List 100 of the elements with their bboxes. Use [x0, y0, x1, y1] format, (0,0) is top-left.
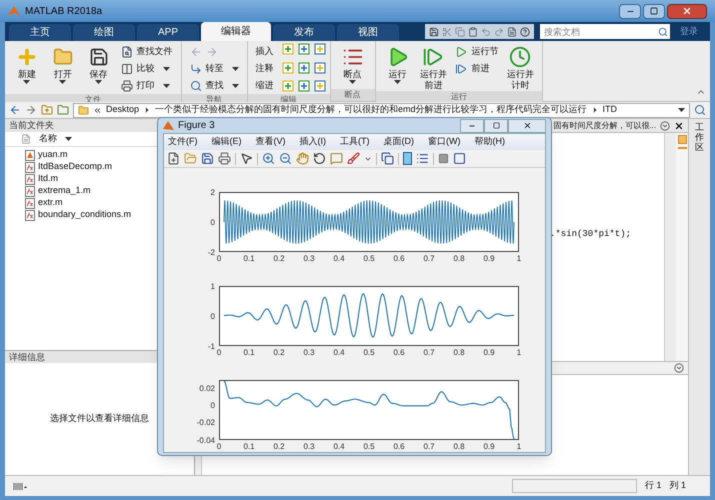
- menu-item[interactable]: 文件(F): [168, 135, 198, 149]
- edit-tool-icon[interactable]: [314, 62, 326, 74]
- edit-tool-icon[interactable]: [314, 43, 326, 55]
- file-item[interactable]: ItdBaseDecomp.m: [25, 161, 112, 173]
- menu-item[interactable]: 插入(I): [300, 135, 326, 149]
- ribbon-tab[interactable]: 编辑器: [201, 22, 271, 41]
- run-section-icon: [455, 46, 468, 58]
- y-tick-label: -2: [208, 248, 215, 256]
- edit-tool-icon[interactable]: [282, 43, 294, 55]
- edit-tool-icon[interactable]: [282, 80, 294, 92]
- layout-icon[interactable]: [13, 482, 27, 490]
- edit-tool-icon[interactable]: [282, 62, 294, 74]
- ribbon-button[interactable]: 缩进: [256, 77, 274, 94]
- dropdown-icon[interactable]: [674, 363, 684, 373]
- caret-icon: [162, 84, 170, 88]
- ribbon-button[interactable]: 打印: [120, 77, 173, 94]
- ribbon-button[interactable]: 注释: [256, 60, 274, 77]
- scrollbar[interactable]: [664, 133, 676, 361]
- ribbon-button[interactable]: 转至: [190, 60, 239, 77]
- ribbon-button[interactable]: 查找: [190, 77, 239, 94]
- close-button[interactable]: [508, 118, 546, 132]
- ribbon-tab[interactable]: APP: [137, 24, 199, 41]
- x-tick-label: 0: [216, 348, 222, 357]
- x-tick-label: 0.4: [333, 442, 345, 451]
- ribbon-button[interactable]: 前进: [455, 60, 498, 77]
- ribbon-button[interactable]: 运行节: [455, 43, 498, 60]
- ribbon-button[interactable]: 运行并计时: [502, 41, 538, 91]
- edit-tool-icon[interactable]: [298, 43, 310, 55]
- maximize-button[interactable]: [484, 118, 508, 132]
- file-search-icon: [120, 46, 133, 58]
- ribbon-tab[interactable]: 发布: [273, 24, 335, 41]
- zoom-out-icon[interactable]: [279, 152, 292, 165]
- path-segment[interactable]: ITD: [602, 104, 618, 116]
- brush-icon[interactable]: [347, 152, 360, 165]
- paste-icon[interactable]: [468, 26, 478, 36]
- ribbon-button[interactable]: 断点: [334, 41, 371, 89]
- save-icon[interactable]: [429, 26, 439, 36]
- ribbon-button[interactable]: 插入: [256, 43, 274, 60]
- path-segment[interactable]: Desktop: [106, 104, 140, 116]
- forward-icon[interactable]: [25, 104, 37, 116]
- ribbon-tab[interactable]: 绘图: [73, 24, 135, 41]
- ribbon-tab[interactable]: 视图: [337, 24, 399, 41]
- menu-item[interactable]: 工具(T): [340, 135, 370, 149]
- menu-item[interactable]: 编辑(E): [212, 135, 242, 149]
- ribbon-button[interactable]: 打开: [44, 41, 81, 94]
- file-item[interactable]: extrema_1.m: [25, 185, 91, 197]
- login-link[interactable]: 登录: [672, 24, 706, 38]
- edit-tool-icon[interactable]: [298, 80, 310, 92]
- back-icon[interactable]: [9, 104, 21, 116]
- colorbar-icon[interactable]: [403, 152, 412, 165]
- new-file-icon[interactable]: [167, 152, 180, 165]
- printer-icon[interactable]: [218, 152, 231, 165]
- search-field[interactable]: 搜索文档: [540, 24, 656, 39]
- path-segment[interactable]: 一个类似于经验模态分解的固有时间尺度分解，可以很好的和emd分解进行比较学习，程序代码完全可以运行: [155, 104, 587, 116]
- linked-windows-icon[interactable]: [381, 152, 394, 165]
- menu-item[interactable]: 窗口(W): [428, 135, 460, 149]
- search-icon[interactable]: [694, 104, 706, 116]
- ribbon-button[interactable]: 比较: [120, 60, 173, 77]
- save-icon[interactable]: [201, 152, 214, 165]
- browse-folder-icon[interactable]: [57, 104, 69, 116]
- zoom-in-icon[interactable]: [262, 152, 275, 165]
- rotate-icon[interactable]: [313, 152, 326, 165]
- maximize-button[interactable]: [643, 4, 665, 18]
- editor-tab-title[interactable]: 固有时间尺度分解，可以很...: [553, 120, 656, 132]
- dropdown-icon[interactable]: [660, 120, 670, 130]
- close-button[interactable]: [667, 4, 707, 18]
- document-icon[interactable]: [507, 26, 517, 36]
- square-icon[interactable]: [438, 153, 449, 164]
- hand-icon[interactable]: [296, 152, 309, 165]
- column-header[interactable]: 名称: [39, 132, 57, 146]
- frame-icon[interactable]: [453, 152, 466, 165]
- legend-icon[interactable]: [416, 152, 429, 165]
- menu-item[interactable]: 查看(V): [256, 135, 286, 149]
- search-button[interactable]: [656, 24, 670, 39]
- workspace-tab[interactable]: 工作区: [695, 123, 704, 153]
- edit-tool-icon[interactable]: [314, 80, 326, 92]
- pointer-icon[interactable]: [240, 152, 253, 165]
- ribbon-button[interactable]: 保存: [80, 41, 117, 94]
- caret-icon: [162, 66, 170, 70]
- ribbon-tab[interactable]: 主页: [9, 24, 71, 41]
- address-field[interactable]: Desktop 一个类似于经验模态分解的固有时间尺度分解，可以很好的和emd分解进行比较学习，程序代码完全可以运行 ITD: [73, 102, 690, 118]
- close-icon[interactable]: [674, 120, 684, 130]
- file-item[interactable]: yuan.m: [25, 149, 68, 161]
- file-item[interactable]: extr.m: [25, 197, 63, 209]
- ribbon-button[interactable]: 查找文件: [120, 43, 173, 60]
- x-tick-label: 0.4: [333, 348, 345, 357]
- file-item[interactable]: Itd.m: [25, 173, 58, 185]
- edit-tool-icon[interactable]: [298, 62, 310, 74]
- menu-item[interactable]: 桌面(D): [384, 135, 414, 149]
- ribbon-button[interactable]: 运行并前进: [415, 41, 452, 91]
- minimize-button[interactable]: [619, 4, 641, 18]
- ribbon-button[interactable]: 运行: [380, 41, 416, 91]
- help-icon[interactable]: [520, 26, 530, 36]
- menu-item[interactable]: 帮助(H): [474, 135, 505, 149]
- data-tip-icon[interactable]: [330, 152, 343, 165]
- y-tick-label: 2: [210, 188, 215, 196]
- up-folder-icon[interactable]: [41, 104, 53, 116]
- file-item[interactable]: boundary_conditions.m: [25, 209, 132, 221]
- caret-icon: [394, 80, 401, 84]
- ribbon-button[interactable]: 新建: [9, 41, 45, 94]
